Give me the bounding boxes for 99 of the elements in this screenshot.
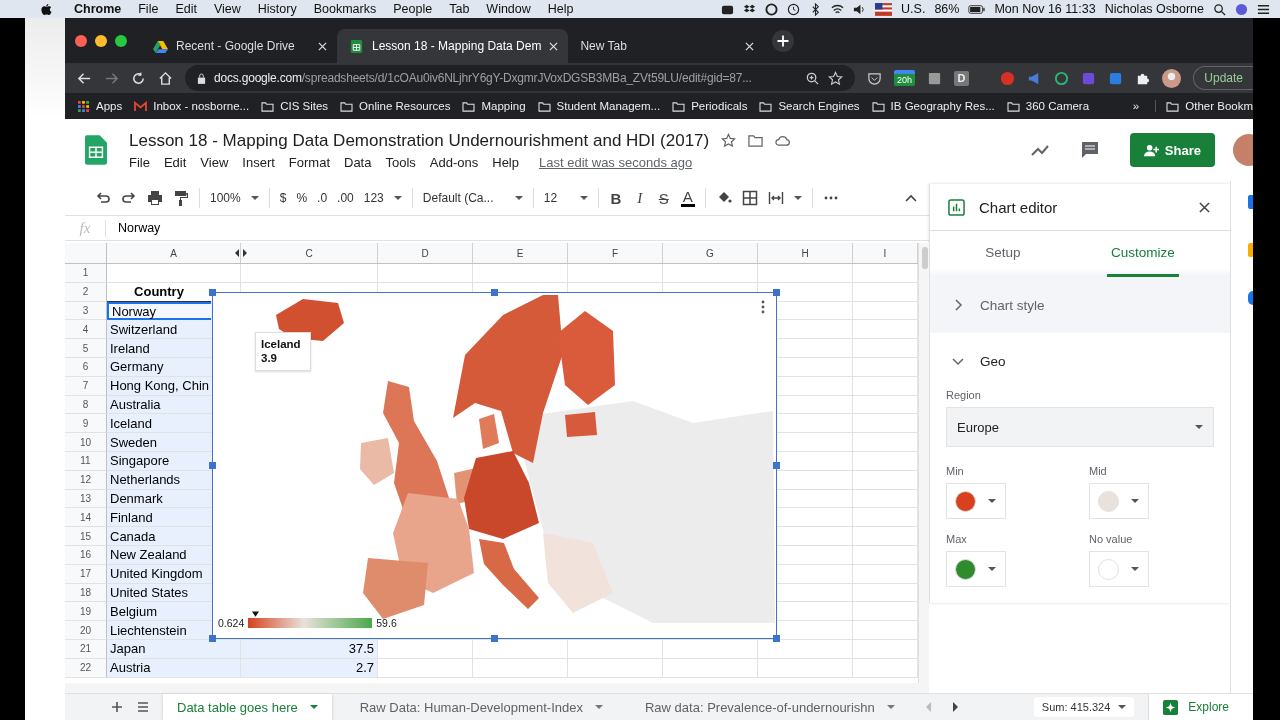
row-number[interactable]: 10 [65,433,107,452]
panel-title: Chart editor [979,198,1058,216]
table-cell[interactable]: Switzerland [107,320,211,340]
menu-item[interactable]: Add-ons [429,154,479,170]
region-dropdown[interactable]: Europe [946,407,1214,447]
extension-badge[interactable]: 20h [894,70,916,86]
battery-percent: 86% [934,2,960,16]
menu-item[interactable]: Format [288,154,330,170]
share-button[interactable]: Share [1129,133,1215,167]
row-number[interactable]: 19 [65,602,107,622]
browser-tab[interactable]: Recent - Google Drive [141,29,337,63]
row-number[interactable]: 14 [65,508,107,528]
table-cell[interactable]: Liechtenstein [107,621,211,640]
sheet-tab[interactable]: Raw data: Prevalence-of-undernourishn [631,694,909,720]
text-color-button[interactable]: A [680,189,695,207]
table-cell[interactable]: Finland [107,508,211,528]
extension-button[interactable]: D [954,70,970,86]
map-tooltip: Iceland 3.9 [255,332,311,371]
menu-item[interactable]: Tab [449,2,470,16]
format-button[interactable]: $ [279,191,287,205]
row-number[interactable]: 15 [65,527,107,546]
table-cell[interactable]: Sweden [107,433,211,452]
table-cell[interactable]: Iceland [107,414,211,434]
column-header[interactable]: D [378,243,473,263]
bookmark[interactable]: Mapping [462,100,526,112]
column-header[interactable]: H [758,243,853,263]
bookmark[interactable]: 360 Camera [1006,100,1090,112]
sheet-tab[interactable]: Raw Data: Human-Development-Index [345,694,617,720]
formula-field[interactable]: Norway [106,221,161,235]
column-header[interactable]: G [663,243,758,263]
zoom-select[interactable]: 100% [210,191,259,205]
app-menu[interactable]: Chrome [74,2,122,16]
bookmark[interactable]: Periodicals [672,100,748,112]
editor-tab[interactable]: Setup [981,231,1025,277]
browser-tab[interactable]: Lesson 18 - Mapping Data Dem [337,29,569,63]
input-source-label: U.S. [901,2,926,16]
menu-item[interactable]: Window [486,2,531,16]
sheet-tab[interactable]: Data table goes here [163,694,332,720]
font-select[interactable]: Default (Ca... [422,191,523,205]
address-bar[interactable]: docs.google.com/spreadsheets/d/1cOAu0iv6NLjhrY6gY-DxgmrJVoxDGSB3MBa_ZVt59LU/edit#gid=87... [185,65,855,91]
row-number[interactable]: 5 [65,339,107,358]
bookmark[interactable]: Inbox - nosborne... [134,100,250,112]
bookmark[interactable]: Apps [77,100,123,112]
format-button[interactable]: .0 [317,191,328,205]
row-number[interactable]: 20 [65,621,107,640]
menu-item[interactable]: Data [344,154,372,170]
menu-item[interactable]: File [129,154,150,170]
explore-button[interactable]: Explore [1148,694,1253,720]
geo-chart[interactable]: Iceland 3.9 0.624 59.6 [212,292,777,639]
user-name[interactable]: Nicholas Osborne [1104,2,1204,16]
clock-text[interactable]: Mon Nov 16 11:33 [994,2,1096,16]
bookmark[interactable]: CIS Sites [261,100,329,112]
menu-item[interactable]: History [257,2,297,16]
menu-item[interactable]: Help [547,2,574,16]
more-bookmarks[interactable]: » [1132,100,1140,112]
menu-item[interactable]: Tools [385,154,416,170]
menu-item[interactable]: Edit [163,154,187,170]
field-label: Region [946,389,982,401]
row-number[interactable]: 4 [65,320,107,340]
table-cell[interactable]: Ireland [107,339,211,358]
menu-item[interactable]: Edit [175,2,197,16]
legend-min-label: 0.624 [218,617,245,629]
last-edit-link[interactable]: Last edit was seconds ago [539,154,693,170]
italic-button[interactable]: I [632,189,647,207]
font-size-select[interactable]: 12 [543,191,588,205]
format-button[interactable]: .00 [337,191,354,205]
table-cell[interactable]: Canada [107,527,211,546]
table-cell[interactable]: Belgium [107,602,211,622]
bookmark[interactable]: Student Managem... [537,100,661,112]
sum-dropdown[interactable]: Sum: 415.324 [1033,697,1135,717]
column-header[interactable]: E [473,243,568,263]
menu-item[interactable]: View [213,2,241,16]
update-button[interactable]: Update [1193,66,1253,90]
formula-label: fx [65,219,106,237]
bold-button[interactable]: B [608,189,623,207]
bookmark[interactable]: IB Geography Res... [871,100,995,112]
column-header[interactable]: F [568,243,663,263]
bookmark[interactable]: Online Resources [340,100,451,112]
section-header[interactable]: Chart style [930,277,1230,333]
row-number[interactable]: 1 [65,264,107,283]
menu-item[interactable]: View [200,154,229,170]
menu-item[interactable]: Insert [242,154,275,170]
document-title[interactable]: Lesson 18 - Mapping Data Demonstration Undernourishment and HDI (2017) [129,130,710,151]
field-label: Min [946,465,965,477]
section-header[interactable]: Geo [930,333,1230,389]
legend-max-label: 59.6 [376,617,397,629]
strikethrough-button[interactable]: S [656,189,671,207]
browser-tab[interactable]: New Tab [568,29,765,63]
menu-item[interactable]: Bookmarks [313,2,377,16]
bookmark[interactable]: Search Engines [759,100,860,112]
format-button[interactable]: 123 [363,191,384,205]
row-number[interactable]: 9 [65,414,107,434]
field-label: Mid [1089,465,1108,477]
field-label: Max [946,533,968,545]
format-button[interactable]: % [296,191,308,205]
menu-item[interactable]: Help [492,154,519,170]
menu-item[interactable]: File [138,2,159,16]
menu-item[interactable]: People [393,2,433,16]
field-label: No value [1089,533,1134,545]
